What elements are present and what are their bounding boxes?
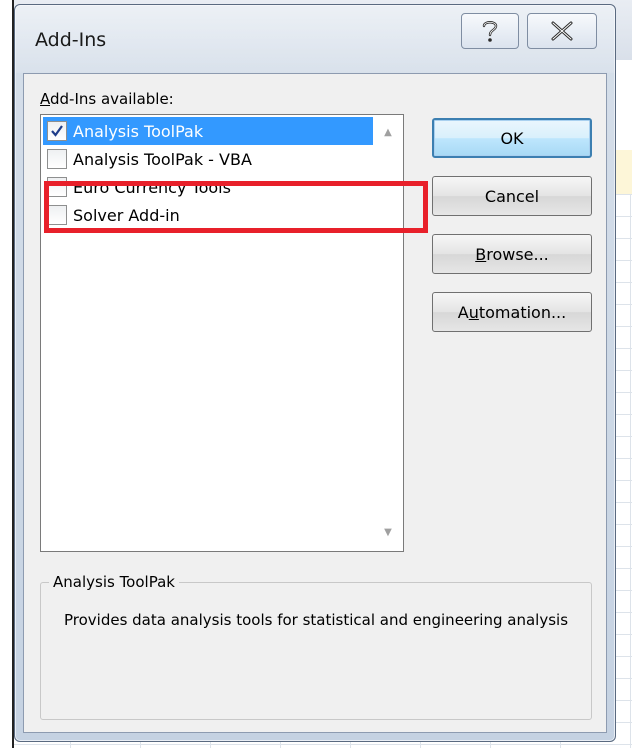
solver-add-in-checkbox[interactable] xyxy=(47,205,67,225)
ok-button[interactable]: OK xyxy=(432,118,592,158)
list-item-solver-add-in[interactable]: Solver Add-in xyxy=(43,201,373,229)
description-groupbox: Analysis ToolPak Provides data analysis … xyxy=(40,573,592,720)
description-text: Provides data analysis tools for statist… xyxy=(63,611,569,629)
analysis-toolpak-vba-checkbox[interactable] xyxy=(47,149,67,169)
automation-button[interactable]: Au tomation... xyxy=(432,292,592,332)
help-icon xyxy=(482,21,498,42)
list-item-euro-currency-tools[interactable]: Euro Currency Tools xyxy=(43,173,373,201)
scroll-down-arrow-icon[interactable]: ▼ xyxy=(379,525,397,539)
close-button[interactable] xyxy=(527,13,597,49)
browse-access-key: B xyxy=(475,244,487,264)
dialog-client-area: Add-Ins available: Analysis ToolPak Anal… xyxy=(23,73,607,733)
add-ins-available-label: Add-Ins available: xyxy=(40,90,174,108)
list-item-analysis-toolpak[interactable]: Analysis ToolPak xyxy=(43,117,373,145)
list-item-analysis-toolpak-vba[interactable]: Analysis ToolPak - VBA xyxy=(43,145,373,173)
add-ins-listbox[interactable]: Analysis ToolPak Analysis ToolPak - VBA … xyxy=(40,114,404,552)
list-item-label: Solver Add-in xyxy=(73,205,180,225)
list-item-label: Analysis ToolPak xyxy=(73,121,204,141)
checkmark-icon xyxy=(51,125,63,137)
analysis-toolpak-checkbox[interactable] xyxy=(47,121,67,141)
euro-currency-tools-checkbox[interactable] xyxy=(47,177,67,197)
scroll-up-arrow-icon[interactable]: ▲ xyxy=(379,125,397,139)
list-item-label: Analysis ToolPak - VBA xyxy=(73,149,252,169)
dialog-title: Add-Ins xyxy=(35,29,107,51)
close-icon xyxy=(551,21,573,41)
title-bar[interactable]: Add-Ins xyxy=(15,5,615,73)
label-access-key: A xyxy=(40,90,50,108)
add-ins-dialog: Add-Ins Add-Ins available: Analysis Tool… xyxy=(14,4,616,742)
cancel-button[interactable]: Cancel xyxy=(432,176,592,216)
automation-access-key: u xyxy=(468,302,479,322)
help-button[interactable] xyxy=(461,13,519,49)
list-item-label: Euro Currency Tools xyxy=(73,177,231,197)
description-title: Analysis ToolPak xyxy=(49,573,179,591)
browse-button[interactable]: Browse... xyxy=(432,234,592,274)
worksheet-left-edge xyxy=(0,0,14,748)
